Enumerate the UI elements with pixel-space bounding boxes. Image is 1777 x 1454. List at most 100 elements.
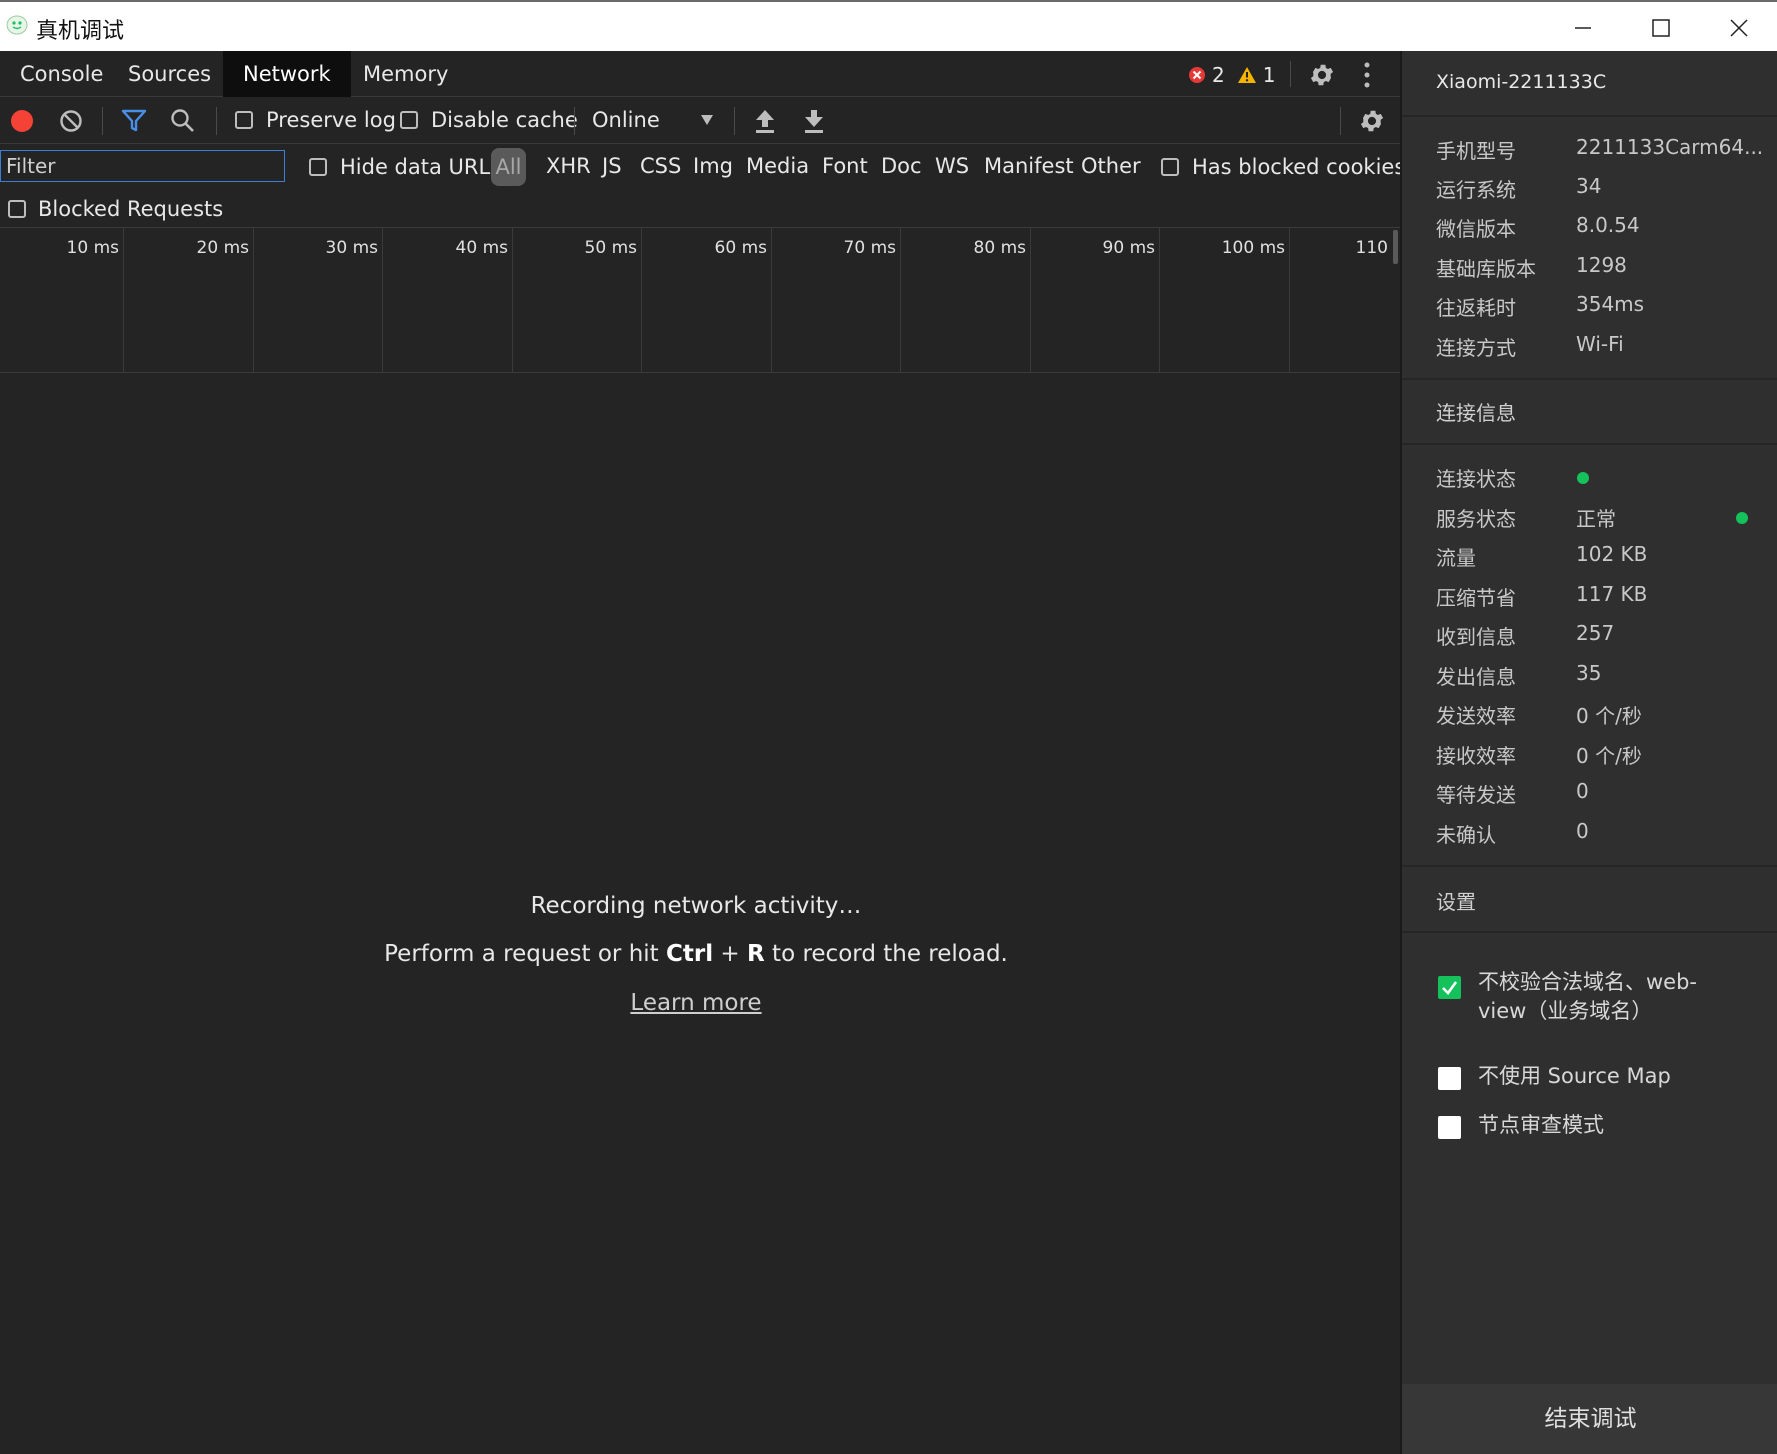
disable-source-map-label: 不使用 Source Map bbox=[1478, 1064, 1671, 1088]
skip-domain-check-checkbox[interactable] bbox=[1438, 976, 1461, 999]
connection-row: 压缩节省 117 KB bbox=[1436, 582, 1766, 612]
timeline-tick-label: 10 ms bbox=[66, 238, 119, 258]
connection-value: 正常 bbox=[1576, 507, 1616, 531]
type-filter-other[interactable]: Other bbox=[1081, 154, 1141, 178]
tab-console[interactable]: Console bbox=[0, 51, 123, 97]
connection-value: 117 KB bbox=[1576, 582, 1648, 606]
timeline-gridline bbox=[253, 228, 254, 373]
close-button[interactable] bbox=[1700, 2, 1777, 53]
connection-section-title: 连接信息 bbox=[1436, 401, 1516, 425]
tab-memory[interactable]: Memory bbox=[343, 51, 468, 97]
gear-icon[interactable] bbox=[1308, 61, 1336, 89]
divider bbox=[1402, 931, 1777, 933]
minimize-button[interactable] bbox=[1544, 2, 1622, 53]
timeline-tick-label: 100 ms bbox=[1221, 238, 1285, 258]
hint-plus: + bbox=[713, 941, 748, 967]
timeline-tick-label: 80 ms bbox=[973, 238, 1026, 258]
connection-key: 压缩节省 bbox=[1436, 586, 1516, 610]
type-filter-manifest[interactable]: Manifest bbox=[984, 154, 1074, 178]
divider bbox=[1290, 61, 1291, 87]
type-filter-js[interactable]: JS bbox=[602, 154, 622, 178]
connection-key: 服务状态 bbox=[1436, 507, 1516, 531]
download-icon[interactable] bbox=[803, 108, 825, 134]
node-inspect-mode-label: 节点审查模式 bbox=[1478, 1113, 1604, 1137]
window-title: 真机调试 bbox=[36, 19, 125, 44]
info-row: 微信版本 8.0.54 bbox=[1436, 213, 1766, 243]
connection-row: 流量 102 KB bbox=[1436, 542, 1766, 572]
info-value: 8.0.54 bbox=[1576, 213, 1640, 237]
timeline-gridline bbox=[771, 228, 772, 373]
upload-icon[interactable] bbox=[754, 108, 776, 134]
preserve-log-checkbox[interactable] bbox=[235, 111, 253, 129]
divider bbox=[1402, 443, 1777, 445]
preserve-log-label: Preserve log bbox=[266, 108, 396, 132]
network-toolbar: Preserve log Disable cache Online bbox=[0, 97, 1400, 144]
divider bbox=[1402, 865, 1777, 867]
connection-row: 收到信息 257 bbox=[1436, 621, 1766, 651]
timeline-gridline bbox=[512, 228, 513, 373]
disable-cache-checkbox[interactable] bbox=[400, 111, 418, 129]
wechat-devtools-icon bbox=[6, 15, 28, 35]
service-status-dot bbox=[1736, 512, 1748, 524]
throttling-select[interactable]: Online bbox=[592, 105, 720, 137]
has-blocked-cookies-checkbox[interactable] bbox=[1161, 158, 1179, 176]
skip-domain-check-label: 不校验合法域名、web-view（业务域名） bbox=[1478, 970, 1698, 1023]
type-filter-doc[interactable]: Doc bbox=[881, 154, 922, 178]
timeline-gridline bbox=[641, 228, 642, 373]
search-icon[interactable] bbox=[170, 108, 196, 134]
maximize-icon bbox=[1652, 18, 1670, 37]
chevron-down-icon bbox=[701, 115, 713, 125]
type-filter-all[interactable]: All bbox=[491, 148, 526, 186]
devtools-pane: Console Sources Network Memory 2 1 Prese… bbox=[0, 51, 1405, 1454]
filter-input[interactable] bbox=[0, 150, 285, 182]
connection-row: 服务状态 正常 bbox=[1436, 503, 1766, 533]
timeline-overview[interactable]: 10 ms 20 ms 30 ms 40 ms 50 ms 60 ms 70 m… bbox=[0, 228, 1400, 373]
timeline-tick-label: 50 ms bbox=[584, 238, 637, 258]
filter-bar: Hide data URLs All XHR JS CSS Img Media … bbox=[0, 144, 1405, 228]
devtools-tabbar: Console Sources Network Memory 2 1 bbox=[0, 51, 1400, 97]
end-debug-button[interactable]: 结束调试 bbox=[1402, 1384, 1777, 1454]
timeline-tick-label: 20 ms bbox=[196, 238, 249, 258]
hide-data-urls-checkbox[interactable] bbox=[309, 158, 327, 176]
connection-value: 257 bbox=[1576, 621, 1615, 645]
gear-icon[interactable] bbox=[1358, 107, 1386, 135]
filter-icon[interactable] bbox=[121, 109, 147, 133]
type-filter-img[interactable]: Img bbox=[693, 154, 733, 178]
divider bbox=[1402, 378, 1777, 380]
close-icon bbox=[1730, 18, 1748, 37]
type-filter-font[interactable]: Font bbox=[822, 154, 868, 178]
info-value: 354ms bbox=[1576, 292, 1645, 316]
hide-data-urls-label: Hide data URLs bbox=[340, 155, 502, 179]
info-row: 往返耗时 354ms bbox=[1436, 292, 1766, 322]
connection-value: 0 个/秒 bbox=[1576, 704, 1642, 728]
tab-sources[interactable]: Sources bbox=[108, 51, 231, 97]
learn-more-link[interactable]: Learn more bbox=[630, 990, 761, 1016]
node-inspect-mode-checkbox[interactable] bbox=[1438, 1116, 1461, 1139]
divider bbox=[1402, 115, 1777, 117]
timeline-tick-label: 30 ms bbox=[325, 238, 378, 258]
issue-counter[interactable]: 2 1 bbox=[1188, 63, 1275, 87]
type-filter-media[interactable]: Media bbox=[746, 154, 809, 178]
type-filter-ws[interactable]: WS bbox=[935, 154, 969, 178]
connection-key: 连接状态 bbox=[1436, 467, 1516, 491]
empty-state-hint: Perform a request or hit Ctrl + R to rec… bbox=[0, 941, 1392, 967]
more-vertical-icon[interactable] bbox=[1362, 61, 1372, 89]
info-key: 运行系统 bbox=[1436, 178, 1516, 202]
shortcut-key-ctrl: Ctrl bbox=[666, 941, 714, 967]
warning-icon bbox=[1237, 67, 1256, 83]
connection-row: 接收效率 0 个/秒 bbox=[1436, 740, 1766, 770]
type-filter-xhr[interactable]: XHR bbox=[546, 154, 591, 178]
connection-row: 发出信息 35 bbox=[1436, 661, 1766, 691]
hint-text-end: to record the reload. bbox=[764, 941, 1008, 967]
blocked-requests-checkbox[interactable] bbox=[8, 200, 26, 218]
type-filter-css[interactable]: CSS bbox=[640, 154, 681, 178]
throttling-value: Online bbox=[592, 108, 660, 132]
record-icon[interactable] bbox=[10, 109, 34, 133]
disable-source-map-checkbox[interactable] bbox=[1438, 1067, 1461, 1090]
tab-network[interactable]: Network bbox=[223, 51, 351, 97]
timeline-scrollbar[interactable] bbox=[1393, 230, 1398, 264]
clear-icon[interactable] bbox=[59, 109, 83, 133]
info-key: 微信版本 bbox=[1436, 217, 1516, 241]
maximize-button[interactable] bbox=[1622, 2, 1700, 53]
divider bbox=[574, 107, 575, 135]
